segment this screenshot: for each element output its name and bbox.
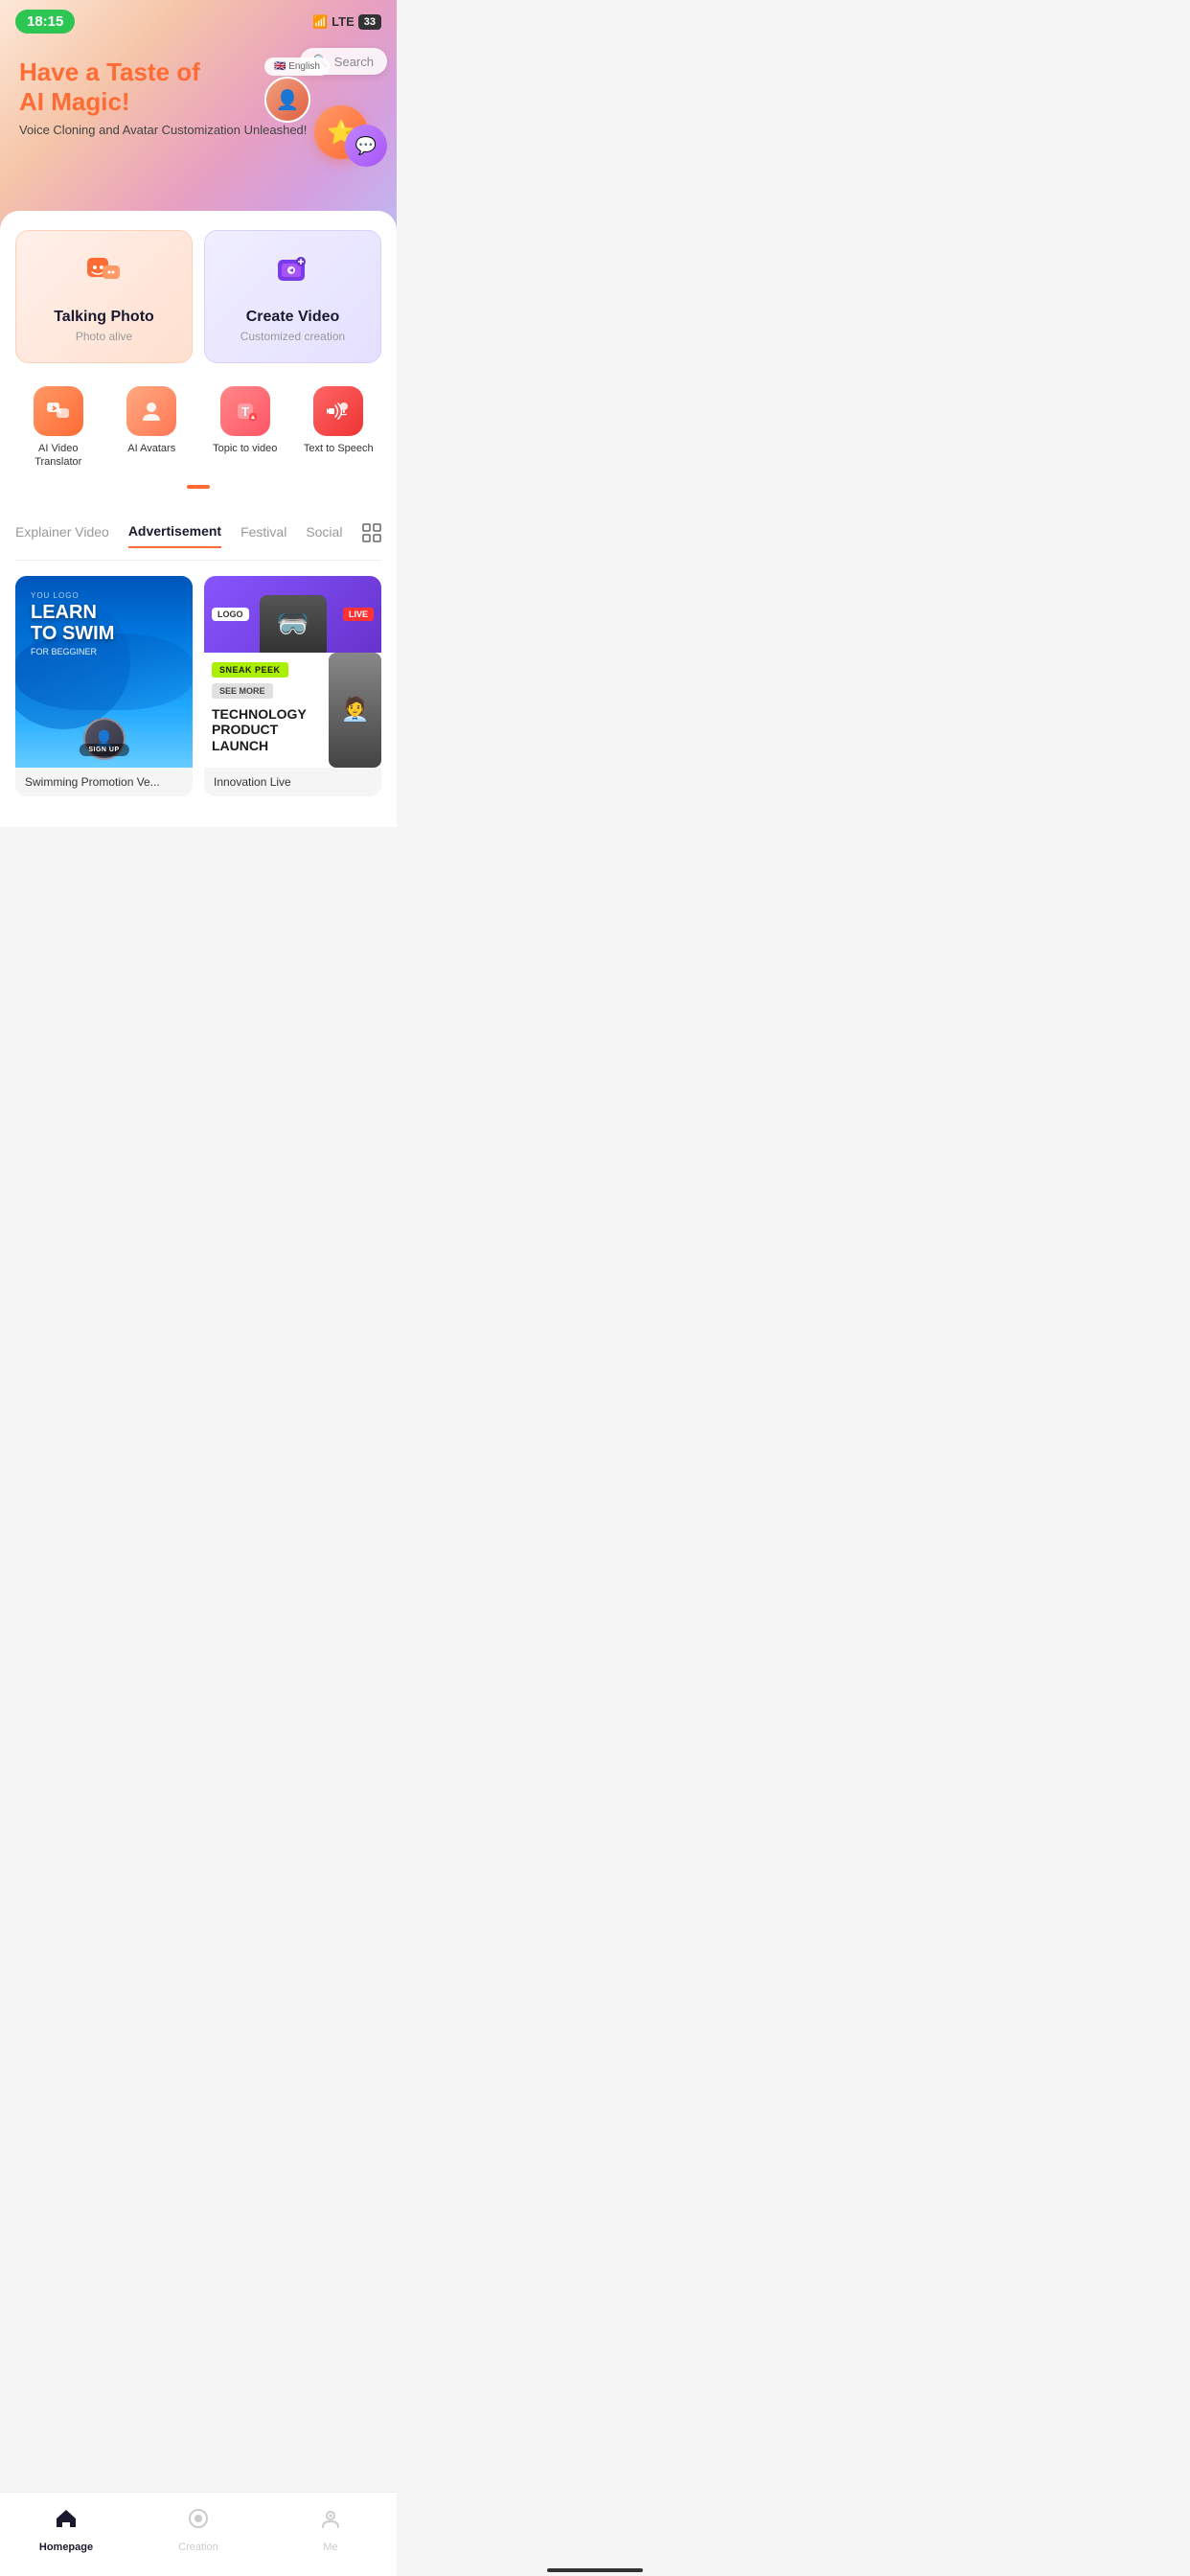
talking-photo-subtitle: Photo alive (76, 330, 132, 343)
scroll-dot (187, 485, 210, 489)
tech-logo-badge: LOGO (212, 608, 249, 621)
category-tabs: Explainer Video Advertisement Festival S… (15, 523, 381, 561)
tools-row: AI Video Translator AI Avatars T Topi (15, 379, 381, 477)
ai-video-translator-icon (34, 386, 83, 436)
swim-thumb: YOU LOGO LEARN TO SWIM FOR BEGGINER 👤 SI… (15, 576, 193, 768)
status-time: 18:15 (15, 10, 75, 34)
me-icon (318, 2506, 343, 2538)
content-section: Explainer Video Advertisement Festival S… (0, 508, 397, 827)
home-indicator (547, 2568, 643, 2572)
talking-photo-tile[interactable]: Talking Photo Photo alive (15, 230, 193, 363)
swim-label: Swimming Promotion Ve... (15, 768, 193, 796)
tab-social[interactable]: Social (306, 524, 342, 547)
tab-explainer-video[interactable]: Explainer Video (15, 524, 109, 547)
ai-avatars-icon (126, 386, 176, 436)
me-label: Me (323, 2542, 337, 2553)
battery-icon: 33 (358, 14, 381, 30)
innovation-label: Innovation Live (204, 768, 381, 796)
main-card: Talking Photo Photo alive Create Video C… (0, 211, 397, 508)
swim-logo-text: YOU LOGO (31, 591, 177, 600)
creation-icon (186, 2506, 211, 2538)
status-right: 📶 LTE 33 (312, 14, 381, 30)
video-grid: YOU LOGO LEARN TO SWIM FOR BEGGINER 👤 SI… (15, 561, 381, 812)
hero-bubble-float: 🇬🇧 English (264, 58, 330, 76)
tech-thumb: LOGO 07.18 LIVE 🥽 SNEAK PEEK SEE MORE TE… (204, 576, 381, 768)
feature-tiles: Talking Photo Photo alive Create Video C… (15, 230, 381, 363)
video-card-innovation[interactable]: LOGO 07.18 LIVE 🥽 SNEAK PEEK SEE MORE TE… (204, 576, 381, 796)
talking-photo-title: Talking Photo (54, 309, 154, 326)
hero-chat-float: 💬 (345, 125, 387, 167)
swim-cta: SIGN UP (79, 744, 128, 756)
scroll-indicator (15, 485, 381, 489)
tool-text-to-speech[interactable]: Text to Speech (296, 379, 382, 477)
nav-creation[interactable]: Creation (132, 2502, 264, 2557)
tech-bottom: SNEAK PEEK SEE MORE TECHNOLOGY PRODUCT L… (204, 653, 381, 768)
homepage-label: Homepage (39, 2542, 93, 2553)
hero-floaters: 🔍 Search 👤 ⭐ 💬 🇬🇧 English (195, 48, 387, 220)
tech-person: 🧑‍💼 (329, 653, 381, 768)
tech-vr-guy: 🥽 (260, 595, 327, 653)
tech-live-badge: LIVE (343, 608, 374, 621)
signal-bars: 📶 (312, 14, 328, 30)
text-to-speech-icon (313, 386, 363, 436)
create-video-subtitle: Customized creation (240, 330, 345, 343)
nav-homepage[interactable]: Homepage (0, 2502, 132, 2557)
talking-photo-icon (83, 250, 126, 301)
bottom-nav: Homepage Creation Me (0, 2492, 397, 2576)
hero-avatar-float: 👤 (264, 77, 310, 123)
tech-top: LOGO 07.18 LIVE 🥽 (204, 576, 381, 653)
swim-subtitle: FOR BEGGINER (31, 647, 177, 656)
see-more-badge: SEE MORE (212, 683, 273, 699)
tool-ai-video-translator[interactable]: AI Video Translator (15, 379, 102, 477)
ai-video-translator-label: AI Video Translator (19, 442, 98, 470)
topic-to-video-label: Topic to video (213, 442, 277, 455)
status-bar: 18:15 📶 LTE 33 (0, 0, 397, 39)
nav-me[interactable]: Me (264, 2502, 397, 2557)
svg-text:T: T (241, 404, 249, 419)
sneak-peek-badge: SNEAK PEEK (212, 662, 288, 678)
lte-label: LTE (332, 14, 355, 29)
creation-label: Creation (178, 2542, 218, 2553)
tool-ai-avatars[interactable]: AI Avatars (109, 379, 195, 477)
tab-festival[interactable]: Festival (240, 524, 286, 547)
homepage-icon (54, 2506, 79, 2538)
text-to-speech-label: Text to Speech (304, 442, 374, 455)
create-video-tile[interactable]: Create Video Customized creation (204, 230, 381, 363)
tab-advertisement[interactable]: Advertisement (128, 523, 221, 548)
tool-topic-to-video[interactable]: T Topic to video (202, 379, 288, 477)
swim-title1: LEARN (31, 602, 177, 623)
create-video-icon (272, 250, 314, 301)
grid-view-icon[interactable] (362, 523, 381, 547)
create-video-title: Create Video (246, 309, 340, 326)
ai-avatars-label: AI Avatars (127, 442, 175, 455)
topic-to-video-icon: T (220, 386, 270, 436)
swim-title2: TO SWIM (31, 623, 177, 644)
video-card-swimming[interactable]: YOU LOGO LEARN TO SWIM FOR BEGGINER 👤 SI… (15, 576, 193, 796)
